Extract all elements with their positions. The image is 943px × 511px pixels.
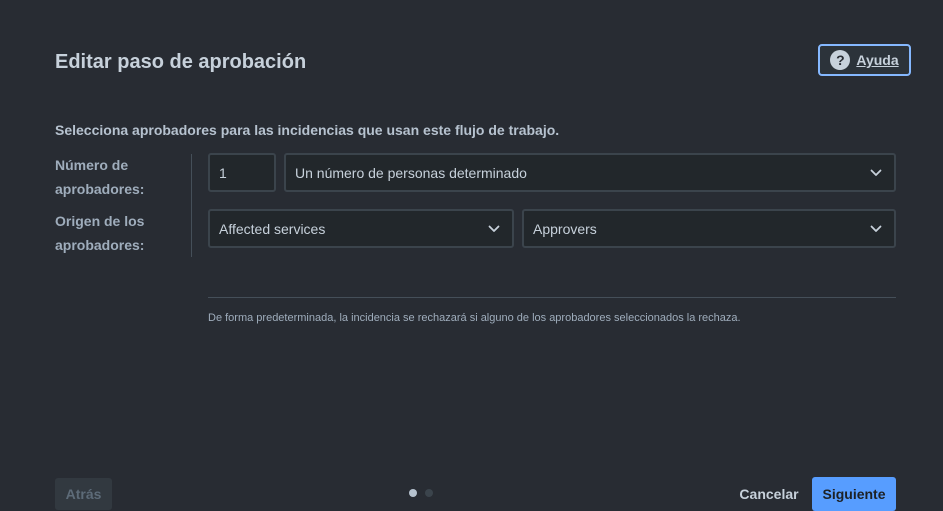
form-horizontal-divider [208, 297, 896, 298]
rejection-note: De forma predeterminada, la incidencia s… [208, 312, 741, 324]
step-dot-1 [409, 489, 417, 497]
approver-field-value: Approvers [533, 220, 597, 237]
chevron-down-icon [486, 221, 502, 237]
chevron-down-icon [868, 221, 884, 237]
approver-field-select[interactable]: Approvers [522, 209, 896, 248]
dialog-title: Editar paso de aprobación [55, 51, 307, 73]
step-indicator [409, 489, 433, 497]
question-circle-icon: ? [830, 50, 851, 70]
help-button-label: Ayuda [856, 52, 899, 68]
approver-origin-label: Origen de los aprobadores: [55, 213, 145, 253]
form-vertical-divider [191, 154, 192, 257]
approver-count-type-select[interactable]: Un número de personas determinado [284, 153, 896, 192]
step-dot-2 [425, 489, 433, 497]
approver-count-type-value: Un número de personas determinado [295, 164, 527, 181]
edit-approval-step-dialog: Editar paso de aprobación ? Ayuda Selecc… [0, 0, 943, 511]
chevron-down-icon [868, 165, 884, 181]
approver-source-value: Affected services [219, 220, 326, 237]
next-button[interactable]: Siguiente [812, 477, 896, 511]
approver-source-select[interactable]: Affected services [208, 209, 514, 248]
approver-count-input[interactable]: 1 [208, 153, 276, 192]
dialog-description: Selecciona aprobadores para las incidenc… [55, 122, 560, 138]
approver-count-label: Número de aprobadores: [55, 157, 145, 197]
approver-count-value: 1 [219, 164, 227, 181]
help-button[interactable]: ? Ayuda [818, 44, 911, 76]
back-button[interactable]: Atrás [55, 478, 112, 510]
cancel-button[interactable]: Cancelar [733, 478, 805, 510]
